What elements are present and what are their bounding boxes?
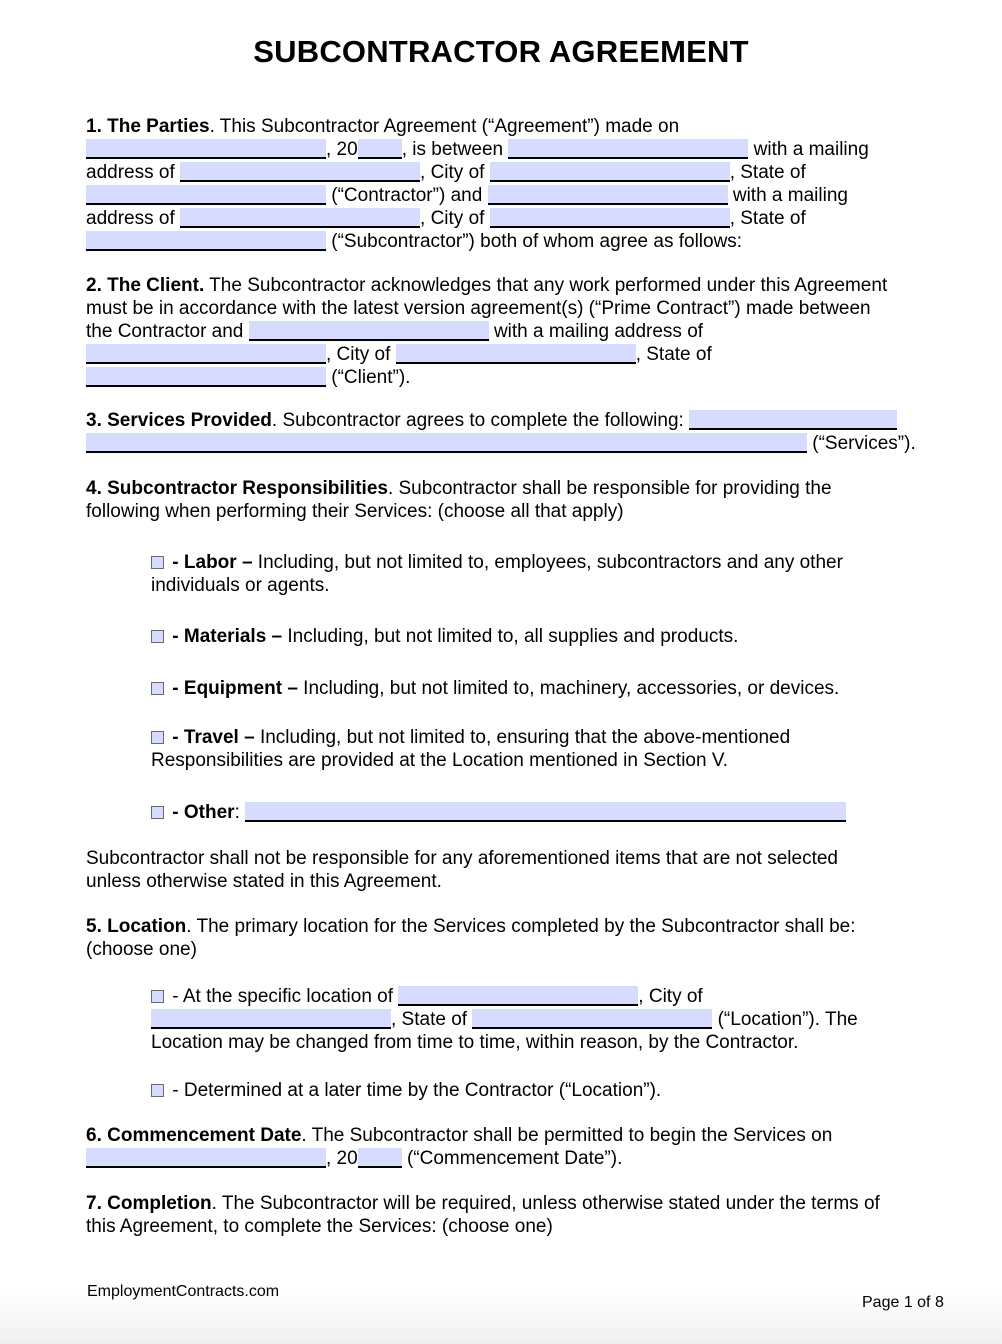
subcontractor-name-field[interactable] [487, 185, 728, 205]
client-address-field[interactable] [86, 344, 326, 364]
specific-location-checkbox[interactable] [151, 990, 164, 1003]
document-title: SUBCONTRACTOR AGREEMENT [253, 34, 749, 69]
s1-heading: 1. The Parties [86, 116, 210, 137]
labor-checkbox[interactable] [151, 556, 164, 569]
s4-heading: 4. Subcontractor Responsibilities [86, 478, 388, 499]
s2-line1: 2. The Client. The Subcontractor acknowl… [86, 275, 888, 296]
s5-line1: 5. Location. The primary location for th… [86, 916, 856, 937]
s7-line2: this Agreement, to complete the Services… [86, 1216, 553, 1237]
later-location-checkbox[interactable] [151, 1084, 164, 1097]
s1-line4: (“Contractor”) and with a mailing [86, 185, 848, 208]
s4-note-line2: unless otherwise stated in this Agreemen… [86, 871, 442, 892]
location-option-specific: - At the specific location of , City of [151, 986, 703, 1009]
s4-note-line1: Subcontractor shall not be responsible f… [86, 848, 838, 869]
s5-line2: (choose one) [86, 939, 197, 960]
s2-line4: , City of , State of [86, 344, 712, 367]
option-equipment: - Equipment – Including, but not limited… [151, 678, 839, 701]
s1-line5: address of , City of , State of [86, 208, 806, 229]
option-other: - Other: [151, 802, 847, 825]
contractor-name-field[interactable] [508, 139, 749, 159]
commencement-date-field[interactable] [86, 1148, 326, 1168]
s1-line2: , 20, is between with a mailing [86, 139, 869, 162]
s7-heading: 7. Completion [86, 1193, 212, 1214]
s2-line5: (“Client”). [86, 367, 410, 390]
client-city-field[interactable] [395, 344, 636, 364]
location-state-field[interactable] [472, 1009, 713, 1029]
location-option-specific-line3: Location may be changed from time to tim… [151, 1032, 799, 1053]
location-city-field[interactable] [151, 1009, 391, 1029]
contractor-address-field[interactable] [180, 162, 421, 182]
s3-heading: 3. Services Provided [86, 410, 272, 431]
other-field[interactable] [245, 802, 847, 822]
contractor-city-field[interactable] [489, 162, 730, 182]
commencement-year-field[interactable] [357, 1148, 402, 1168]
s7-line1: 7. Completion. The Subcontractor will be… [86, 1193, 880, 1214]
client-name-field[interactable] [248, 321, 489, 341]
s6-line1: 6. Commencement Date. The Subcontractor … [86, 1125, 833, 1146]
subcontractor-city-field[interactable] [489, 208, 730, 228]
option-materials: - Materials – Including, but not limited… [151, 626, 738, 649]
option-travel-line2: Responsibilities are provided at the Loc… [151, 750, 729, 771]
agreement-year-field[interactable] [357, 139, 402, 159]
s4-line2: following when performing their Services… [86, 501, 624, 522]
services-field-line1[interactable] [689, 410, 898, 430]
s2-line3: the Contractor and with a mailing addres… [86, 321, 704, 342]
s4-line1: 4. Subcontractor Responsibilities. Subco… [86, 478, 832, 499]
agreement-date-field[interactable] [86, 139, 326, 159]
s6-line2: , 20 (“Commencement Date”). [86, 1148, 622, 1171]
materials-checkbox[interactable] [151, 630, 164, 643]
option-labor: - Labor – Including, but not limited to,… [151, 552, 843, 575]
subcontractor-state-field[interactable] [86, 231, 326, 251]
s3-line2: (“Services”). [86, 433, 916, 456]
other-checkbox[interactable] [151, 806, 164, 819]
s1-line6: (“Subcontractor”) both of whom agree as … [86, 231, 742, 254]
s5-heading: 5. Location [86, 916, 187, 937]
s3-line1: 3. Services Provided. Subcontractor agre… [86, 410, 898, 433]
location-option-later: - Determined at a later time by the Cont… [151, 1080, 661, 1103]
s1-line1: 1. The Parties. This Subcontractor Agree… [86, 116, 680, 137]
services-field-line2[interactable] [86, 433, 807, 453]
travel-checkbox[interactable] [151, 731, 164, 744]
location-address-field[interactable] [398, 986, 639, 1006]
option-travel: - Travel – Including, but not limited to… [151, 727, 790, 750]
location-option-specific-line2: , State of (“Location”). The [151, 1009, 858, 1032]
footer-site: EmploymentContracts.com [87, 1283, 280, 1300]
page-number: Page 1 of 8 [862, 1294, 944, 1311]
s2-heading: 2. The Client. [86, 275, 205, 296]
client-state-field[interactable] [86, 367, 326, 387]
s1-line3: address of , City of , State of [86, 162, 806, 183]
s2-line2: must be in accordance with the latest ve… [86, 298, 871, 319]
subcontractor-address-field[interactable] [180, 208, 421, 228]
s6-heading: 6. Commencement Date [86, 1125, 302, 1146]
option-labor-line2: individuals or agents. [151, 575, 330, 596]
contractor-state-field[interactable] [86, 185, 326, 205]
equipment-checkbox[interactable] [151, 682, 164, 695]
